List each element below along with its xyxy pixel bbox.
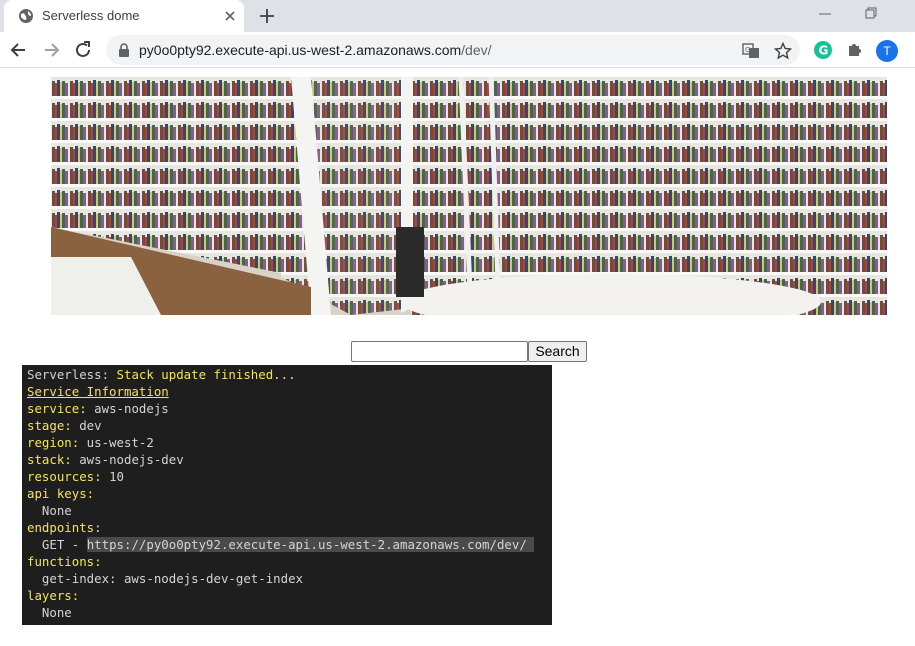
serverless-output: Serverless: Stack update finished... Serv…: [22, 365, 552, 625]
layers-key: layers:: [27, 588, 80, 603]
stack-key: stack:: [27, 452, 72, 467]
region-line: region: us-west-2: [27, 434, 547, 451]
grammarly-icon[interactable]: G: [813, 40, 833, 60]
reload-icon[interactable]: [73, 40, 93, 60]
serverless-prefix: Serverless:: [27, 367, 117, 382]
translate-icon[interactable]: G: [742, 42, 760, 60]
section-header: Service Information: [27, 383, 547, 400]
function-value-line: get-index: aws-nodejs-dev-get-index: [27, 570, 547, 587]
endpoints-key: endpoints:: [27, 520, 102, 535]
lock-icon[interactable]: [118, 43, 130, 57]
search-input[interactable]: [351, 341, 528, 362]
resources-value: 10: [101, 469, 124, 484]
bookshelves-image: [51, 77, 887, 315]
section-header-text: Service Information: [27, 384, 169, 399]
stage-key: stage:: [27, 418, 72, 433]
minimize-icon[interactable]: [818, 10, 832, 18]
stack-value: aws-nodejs-dev: [71, 452, 184, 467]
endpoint-line: GET - https://py0o0pty92.execute-api.us-…: [27, 536, 547, 553]
browser-toolbar: py0o0pty92.execute-api.us-west-2.amazona…: [0, 32, 915, 68]
plus-icon[interactable]: [258, 7, 276, 25]
browser-tab[interactable]: Serverless dome: [4, 0, 244, 32]
stack-line: stack: aws-nodejs-dev: [27, 451, 547, 468]
service-value: aws-nodejs: [86, 401, 169, 416]
svg-text:G: G: [745, 46, 750, 54]
function-value: get-index: aws-nodejs-dev-get-index: [27, 571, 304, 586]
tab-strip: Serverless dome: [0, 0, 915, 32]
address-bar[interactable]: py0o0pty92.execute-api.us-west-2.amazona…: [106, 35, 800, 65]
functions-key: functions:: [27, 554, 102, 569]
service-line: service: aws-nodejs: [27, 400, 547, 417]
star-icon[interactable]: [774, 42, 792, 60]
puzzle-icon[interactable]: [845, 40, 865, 60]
svg-text:G: G: [819, 44, 829, 58]
layers-value-line: None: [27, 604, 547, 621]
api-keys-key: api keys:: [27, 486, 95, 501]
layers-value: None: [27, 605, 72, 620]
region-key: region:: [27, 435, 80, 450]
region-value: us-west-2: [79, 435, 154, 450]
stage-value: dev: [71, 418, 102, 433]
stage-line: stage: dev: [27, 417, 547, 434]
back-arrow-icon[interactable]: [9, 40, 29, 60]
api-keys-line: api keys:: [27, 485, 547, 502]
globe-icon: [19, 9, 33, 23]
endpoint-method: GET -: [27, 537, 87, 552]
search-button[interactable]: Search: [528, 341, 587, 362]
resources-line: resources: 10: [27, 468, 547, 485]
hero-illustration: [51, 77, 887, 315]
endpoint-url[interactable]: https://py0o0pty92.execute-api.us-west-2…: [86, 537, 535, 552]
status-line: Serverless: Stack update finished...: [27, 366, 547, 383]
restore-icon[interactable]: [864, 6, 878, 20]
service-key: service:: [27, 401, 87, 416]
tab-title: Serverless dome: [42, 8, 140, 23]
forward-arrow-icon[interactable]: [41, 40, 61, 60]
status-text: Stack update finished...: [116, 367, 296, 382]
url-text[interactable]: py0o0pty92.execute-api.us-west-2.amazona…: [139, 42, 492, 58]
api-keys-value-line: None: [27, 502, 547, 519]
api-keys-value: None: [27, 503, 72, 518]
resources-key: resources:: [27, 469, 102, 484]
layers-line: layers:: [27, 587, 547, 604]
profile-avatar[interactable]: T: [876, 40, 898, 62]
close-icon[interactable]: [222, 8, 238, 24]
functions-line: functions:: [27, 553, 547, 570]
endpoints-line: endpoints:: [27, 519, 547, 536]
